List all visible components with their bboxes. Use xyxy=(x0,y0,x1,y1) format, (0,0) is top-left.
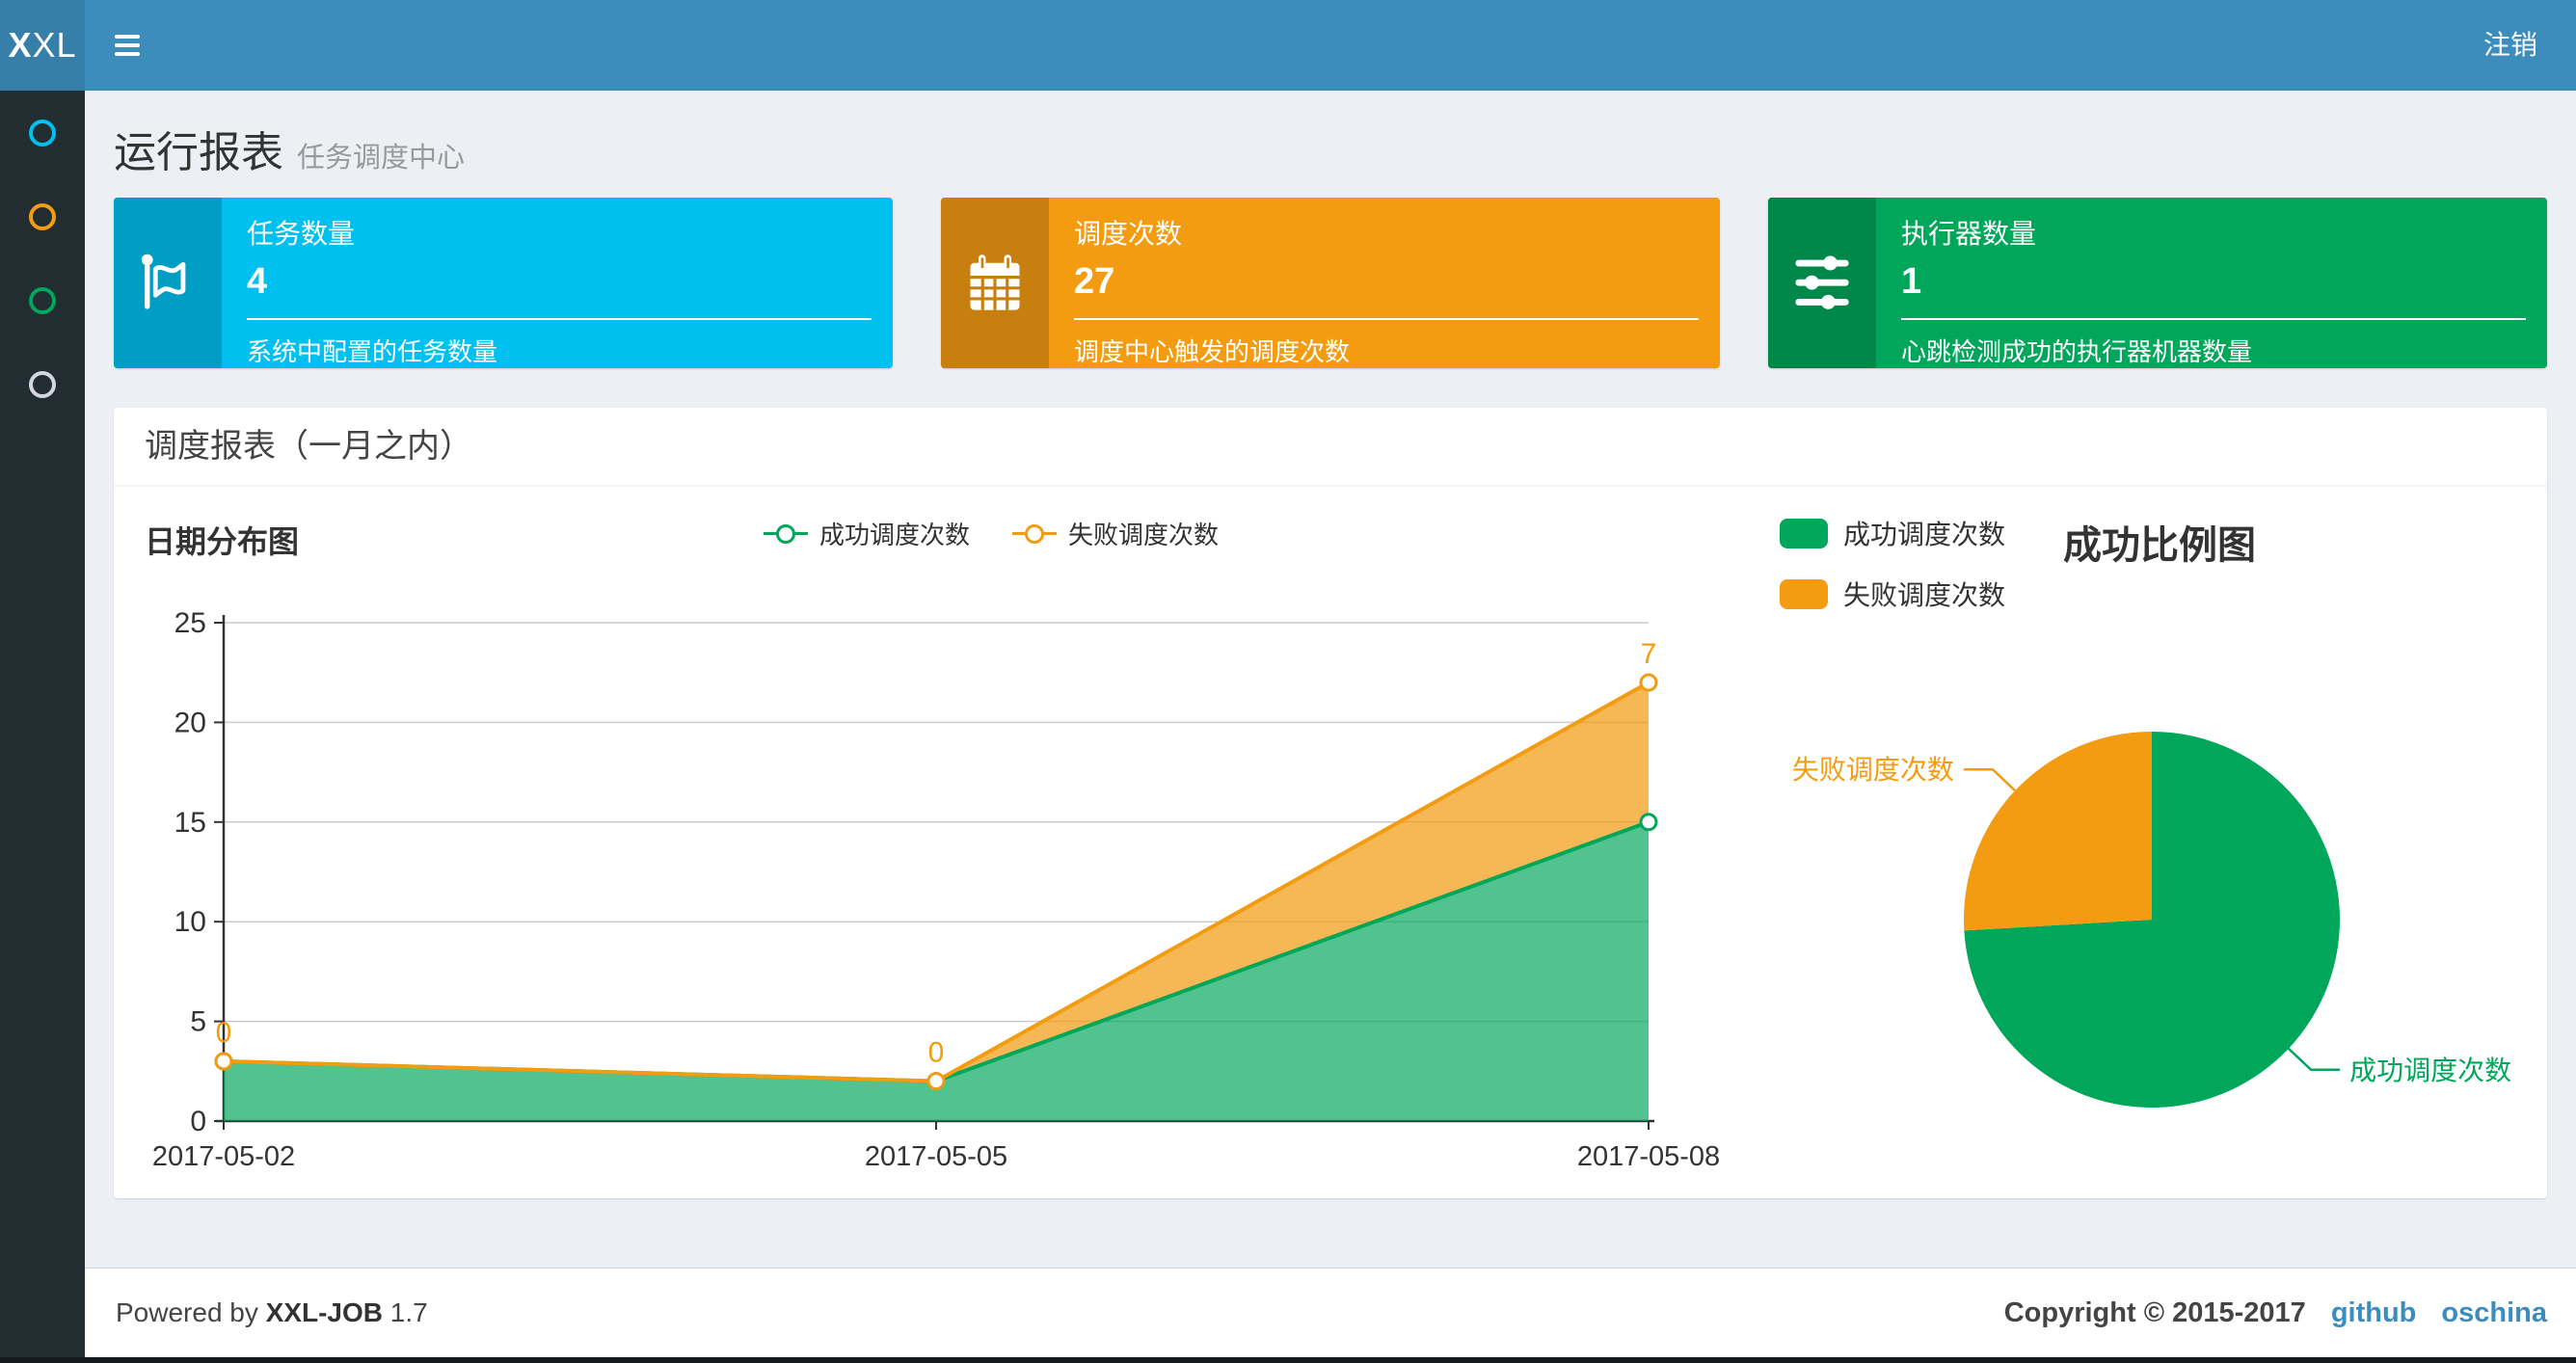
copyright-text: Copyright © 2015-2017 xyxy=(2003,1296,2306,1328)
top-navbar: X XL 注销 xyxy=(0,0,2576,91)
date-distribution-chart: 05101520252017-05-02 2017-05-05 2017-05-08… xyxy=(152,607,1720,1172)
stat-description: 系统中配置的任务数量 xyxy=(247,337,498,366)
charts-canvas: 05101520252017-05-02 2017-05-05 2017-05-08… xyxy=(152,607,2511,1172)
pie-slice-label: 失败调度次数 xyxy=(1792,755,1954,785)
content-area: 运行报表 任务调度中心 任务数量 4 系统中配置的任务数量 调度次数 27 调度… xyxy=(85,91,2576,1198)
pie-label-line xyxy=(2287,1047,2341,1072)
navbar-content: 注销 xyxy=(85,0,2576,91)
stat-box-executors: 执行器数量 1 心跳检测成功的执行器机器数量 xyxy=(1768,198,2547,368)
app-logo[interactable]: X XL xyxy=(0,0,85,91)
sidebar-item-1-circle-outline-icon[interactable] xyxy=(29,203,56,230)
stat-row: 任务数量 4 系统中配置的任务数量 调度次数 27 调度中心触发的调度次数 执行… xyxy=(114,198,2547,368)
page-header: 运行报表 任务调度中心 xyxy=(85,91,2576,179)
sliders-icon xyxy=(1768,198,1876,368)
x-axis-label: 2017-05-08 xyxy=(1577,1141,1720,1172)
y-axis-label: 10 xyxy=(174,906,206,938)
app-logo-light: XL xyxy=(32,25,77,65)
y-axis-label: 20 xyxy=(174,707,206,738)
hamburger-icon xyxy=(115,35,140,39)
stat-value: 27 xyxy=(1074,261,1115,302)
stat-value: 1 xyxy=(1901,261,1922,302)
pie-slice-label: 成功调度次数 xyxy=(2349,1056,2511,1085)
stat-label: 任务数量 xyxy=(247,219,356,249)
sidebar-item-3-circle-outline-icon[interactable] xyxy=(29,371,56,398)
sidebar-item-0-circle-outline-icon[interactable] xyxy=(29,120,56,147)
success-ratio-pie: 成功调度次数 失败调度次数 xyxy=(1792,732,2511,1108)
success-point xyxy=(1639,813,1658,832)
product-name: XXL-JOB xyxy=(265,1297,384,1327)
powered-by-text: Powered by XXL-JOB 1.7 xyxy=(116,1297,428,1327)
stat-box-jobs: 任务数量 4 系统中配置的任务数量 xyxy=(114,198,893,368)
report-panel: 调度报表（一月之内） 日期分布图 成功调度次数 失败调度次数 成功调度次数 失败… xyxy=(114,408,2547,1198)
y-axis-label: 0 xyxy=(190,1106,206,1137)
sidebar-toggle-button[interactable] xyxy=(85,0,170,91)
github-link[interactable]: github xyxy=(2331,1297,2417,1329)
pie-label-line xyxy=(1963,767,2017,792)
bottom-edge-strip xyxy=(0,1357,2576,1363)
stat-description: 心跳检测成功的执行器机器数量 xyxy=(1901,337,2253,366)
stat-divider xyxy=(1074,318,1699,320)
fail-point-label: 0 xyxy=(928,1037,945,1069)
flag-icon xyxy=(114,198,222,368)
calendar-icon xyxy=(941,198,1049,368)
page-subtitle: 任务调度中心 xyxy=(297,143,466,174)
sidebar-item-2-circle-outline-icon[interactable] xyxy=(29,287,56,314)
page-footer: Powered by XXL-JOB 1.7 Copyright © 2015-… xyxy=(85,1268,2576,1357)
stat-divider xyxy=(247,318,872,320)
stat-description: 调度中心触发的调度次数 xyxy=(1074,337,1351,366)
pie-slice xyxy=(1964,732,2152,931)
fail-point xyxy=(1639,673,1658,692)
report-panel-body: 日期分布图 成功调度次数 失败调度次数 成功调度次数 失败调度次数 成功比例图 … xyxy=(114,487,2547,1198)
stat-box-triggers: 调度次数 27 调度中心触发的调度次数 xyxy=(941,198,1720,368)
sidebar xyxy=(0,91,85,1357)
y-axis-label: 5 xyxy=(190,1006,206,1038)
app-logo-bold: X xyxy=(8,25,33,65)
x-axis-label: 2017-05-02 xyxy=(152,1141,295,1172)
fail-point xyxy=(926,1072,946,1091)
page-title: 运行报表 xyxy=(114,129,283,176)
y-axis-label: 25 xyxy=(174,607,206,639)
y-axis-label: 15 xyxy=(174,807,206,839)
fail-point-label: 0 xyxy=(216,1017,232,1049)
fail-point-label: 7 xyxy=(1641,638,1657,670)
sidebar-menu xyxy=(0,91,85,398)
oschina-link[interactable]: oschina xyxy=(2441,1297,2547,1329)
stat-divider xyxy=(1901,318,2526,320)
x-axis-label: 2017-05-05 xyxy=(865,1141,1007,1172)
stat-label: 调度次数 xyxy=(1074,219,1183,249)
fail-point xyxy=(214,1052,233,1071)
stat-label: 执行器数量 xyxy=(1901,219,2037,249)
stat-value: 4 xyxy=(247,261,268,302)
logout-link[interactable]: 注销 xyxy=(2445,0,2576,91)
